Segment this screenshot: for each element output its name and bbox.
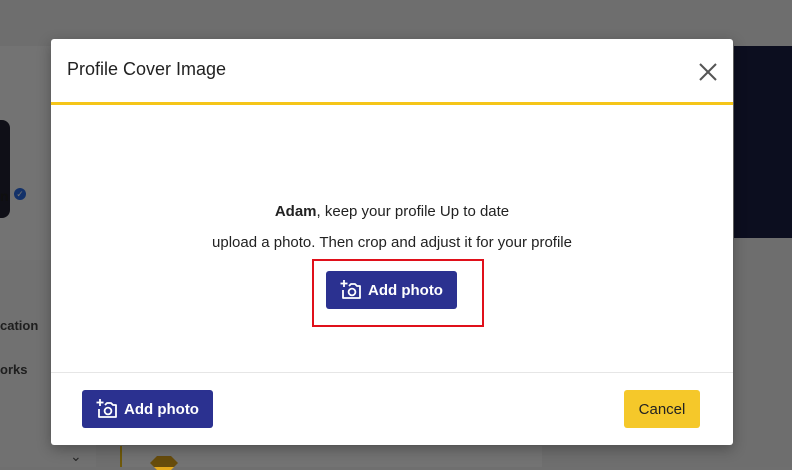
add-photo-icon: [96, 399, 117, 418]
modal-header: Profile Cover Image: [51, 39, 733, 105]
add-photo-button[interactable]: Add photo: [326, 271, 457, 309]
message-line-1: Adam, keep your profile Up to date: [51, 203, 733, 220]
add-photo-icon: [340, 280, 361, 299]
close-button[interactable]: [695, 59, 721, 85]
cancel-button[interactable]: Cancel: [624, 390, 700, 428]
profile-cover-modal: Profile Cover Image Adam, keep your prof…: [51, 39, 733, 445]
close-icon: [699, 63, 717, 81]
modal-title: Profile Cover Image: [67, 59, 227, 79]
add-photo-label: Add photo: [368, 281, 443, 299]
footer-add-photo-button[interactable]: Add photo: [82, 390, 213, 428]
message-line-2: upload a photo. Then crop and adjust it …: [212, 234, 572, 251]
footer-add-photo-label: Add photo: [124, 400, 199, 418]
footer-divider: [51, 372, 733, 373]
user-name: Adam: [274, 203, 317, 220]
message-text: , keep your profile Up to date: [316, 203, 510, 220]
